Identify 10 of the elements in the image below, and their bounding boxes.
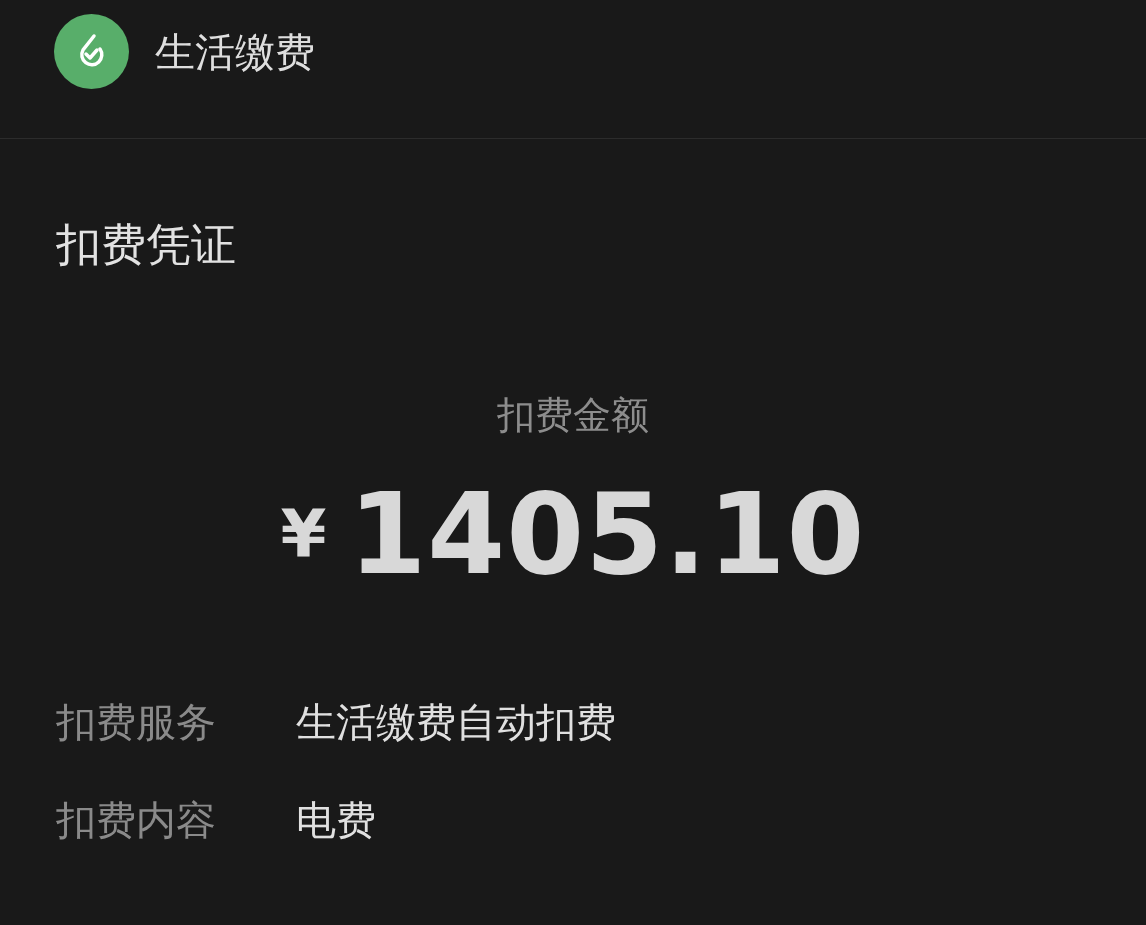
amount-value: 1405.10 [348, 474, 866, 594]
amount-label: 扣费金额 [497, 392, 649, 438]
section-title: 扣费凭证 [56, 219, 237, 271]
detail-label: 扣费内容 [56, 797, 217, 843]
logo-icon [54, 14, 129, 89]
detail-label: 扣费服务 [56, 699, 217, 745]
detail-value: 生活缴费自动扣费 [296, 699, 616, 745]
currency-symbol: ¥ [280, 494, 327, 574]
detail-value: 电费 [296, 797, 376, 843]
app-title: 生活缴费 [155, 28, 315, 77]
